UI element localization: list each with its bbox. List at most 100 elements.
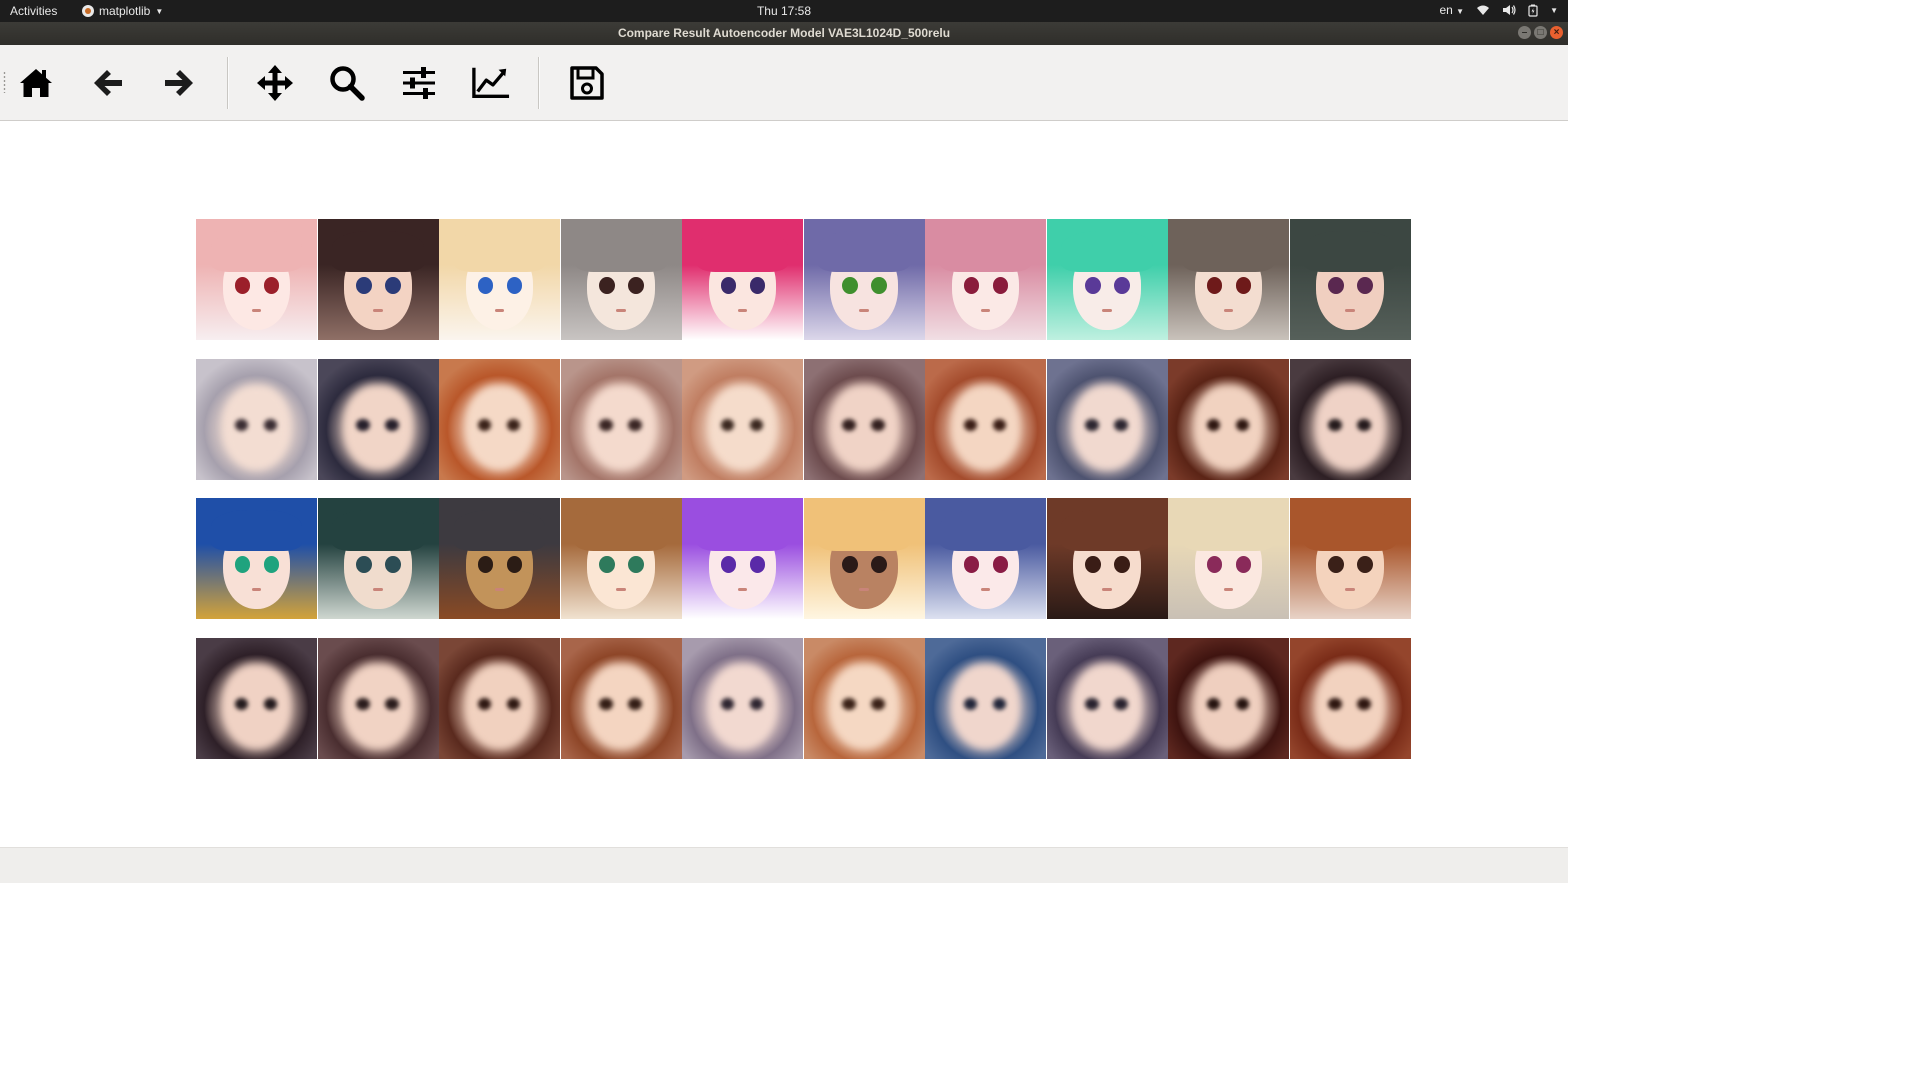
home-button[interactable] bbox=[17, 64, 55, 102]
face-skin bbox=[951, 385, 1020, 470]
face-eye bbox=[628, 698, 642, 711]
maximize-button[interactable]: □ bbox=[1534, 26, 1547, 39]
clock[interactable]: Thu 17:58 bbox=[0, 4, 1568, 18]
face-eye bbox=[749, 698, 764, 711]
original-face-image bbox=[1289, 219, 1411, 340]
reconstructed-face-image bbox=[1168, 358, 1289, 480]
face-mouth bbox=[1102, 308, 1112, 313]
original-face-image bbox=[1168, 219, 1289, 340]
face-eye bbox=[234, 698, 249, 711]
face-skin bbox=[1194, 385, 1263, 470]
back-button[interactable] bbox=[89, 64, 127, 102]
face-skin bbox=[708, 385, 777, 470]
face-eye bbox=[356, 419, 370, 432]
face-skin bbox=[830, 664, 898, 749]
face-eye bbox=[963, 419, 978, 432]
face-eye bbox=[749, 419, 764, 432]
face-eye bbox=[1235, 698, 1250, 711]
reconstructed-face-image bbox=[196, 637, 317, 759]
face-skin bbox=[587, 385, 655, 470]
face-eye bbox=[385, 419, 399, 432]
original-face-image bbox=[1168, 498, 1289, 619]
subplots-button[interactable] bbox=[400, 64, 438, 102]
reconstructed-face-image bbox=[317, 637, 439, 759]
reconstructed-face-image bbox=[803, 637, 925, 759]
face-eye bbox=[599, 698, 613, 711]
face-eye bbox=[1085, 277, 1101, 295]
face-eye bbox=[356, 556, 372, 574]
reconstructed-face-image bbox=[1046, 358, 1168, 480]
window-title: Compare Result Autoencoder Model VAE3L10… bbox=[617, 26, 951, 40]
face-eye bbox=[506, 419, 521, 432]
face-mouth bbox=[616, 587, 626, 592]
pan-button[interactable] bbox=[256, 64, 294, 102]
customize-button[interactable] bbox=[472, 64, 510, 102]
forward-button[interactable] bbox=[160, 64, 198, 102]
face-eye bbox=[871, 698, 885, 711]
face-mouth bbox=[373, 308, 383, 313]
original-face-image bbox=[682, 219, 803, 340]
face-skin bbox=[1194, 664, 1263, 749]
face-eye bbox=[628, 556, 644, 574]
face-eye bbox=[1085, 419, 1099, 432]
minimize-button[interactable]: – bbox=[1518, 26, 1531, 39]
face-skin bbox=[465, 385, 534, 470]
face-eye bbox=[842, 698, 856, 711]
window-title-bar[interactable]: Compare Result Autoencoder Model VAE3L10… bbox=[0, 22, 1568, 45]
original-face-image bbox=[803, 219, 925, 340]
hair-bangs bbox=[1304, 510, 1396, 552]
face-eye bbox=[1085, 698, 1099, 711]
figure-canvas[interactable] bbox=[0, 121, 1568, 847]
face-eye bbox=[992, 419, 1007, 432]
original-face-image bbox=[317, 219, 439, 340]
original-face-image bbox=[196, 219, 317, 340]
zoom-button[interactable] bbox=[328, 64, 366, 102]
face-eye bbox=[1206, 419, 1221, 432]
toolbar-grip-handle[interactable] bbox=[3, 71, 6, 93]
hair-bangs bbox=[453, 231, 546, 273]
reconstructed-face-image bbox=[803, 358, 925, 480]
face-eye bbox=[720, 698, 735, 711]
close-button[interactable]: × bbox=[1550, 26, 1563, 39]
reconstructed-face-image bbox=[439, 637, 560, 759]
face-mouth bbox=[859, 587, 869, 592]
volume-icon bbox=[1503, 5, 1516, 15]
face-eye bbox=[871, 419, 885, 432]
original-face-image bbox=[317, 498, 439, 619]
system-menu-chevron-icon[interactable]: ▼ bbox=[1550, 6, 1558, 15]
face-eye bbox=[1357, 277, 1373, 295]
face-eye bbox=[506, 698, 521, 711]
status-bar bbox=[0, 847, 1568, 883]
system-tray[interactable]: en ▼ ▼ bbox=[1439, 3, 1558, 17]
hair-bangs bbox=[210, 510, 303, 552]
original-face-image bbox=[439, 219, 560, 340]
face-mouth bbox=[737, 587, 748, 592]
home-icon bbox=[20, 69, 52, 97]
hair-bangs bbox=[939, 231, 1032, 273]
reconstructed-face-image bbox=[1168, 637, 1289, 759]
save-button[interactable] bbox=[568, 64, 606, 102]
face-eye bbox=[720, 419, 735, 432]
face-eye bbox=[1085, 556, 1101, 574]
reconstructed-face-image bbox=[196, 358, 317, 480]
language-indicator[interactable]: en ▼ bbox=[1439, 3, 1464, 17]
face-eye bbox=[385, 556, 401, 574]
face-eye bbox=[1206, 698, 1221, 711]
face-mouth bbox=[251, 587, 262, 592]
face-mouth bbox=[980, 308, 991, 313]
face-skin bbox=[1073, 664, 1141, 749]
face-mouth bbox=[373, 587, 383, 592]
face-skin bbox=[587, 664, 655, 749]
hair-bangs bbox=[696, 510, 789, 552]
face-eye bbox=[963, 698, 978, 711]
forward-arrow-icon bbox=[165, 70, 193, 96]
face-eye bbox=[1328, 698, 1342, 711]
face-eye bbox=[628, 277, 644, 295]
original-face-image bbox=[925, 498, 1046, 619]
reconstructed-face-image bbox=[1046, 637, 1168, 759]
pan-move-icon bbox=[257, 65, 293, 101]
face-eye bbox=[1328, 419, 1342, 432]
original-face-image bbox=[560, 219, 682, 340]
face-skin bbox=[1316, 664, 1384, 749]
hair-bangs bbox=[1304, 231, 1396, 273]
